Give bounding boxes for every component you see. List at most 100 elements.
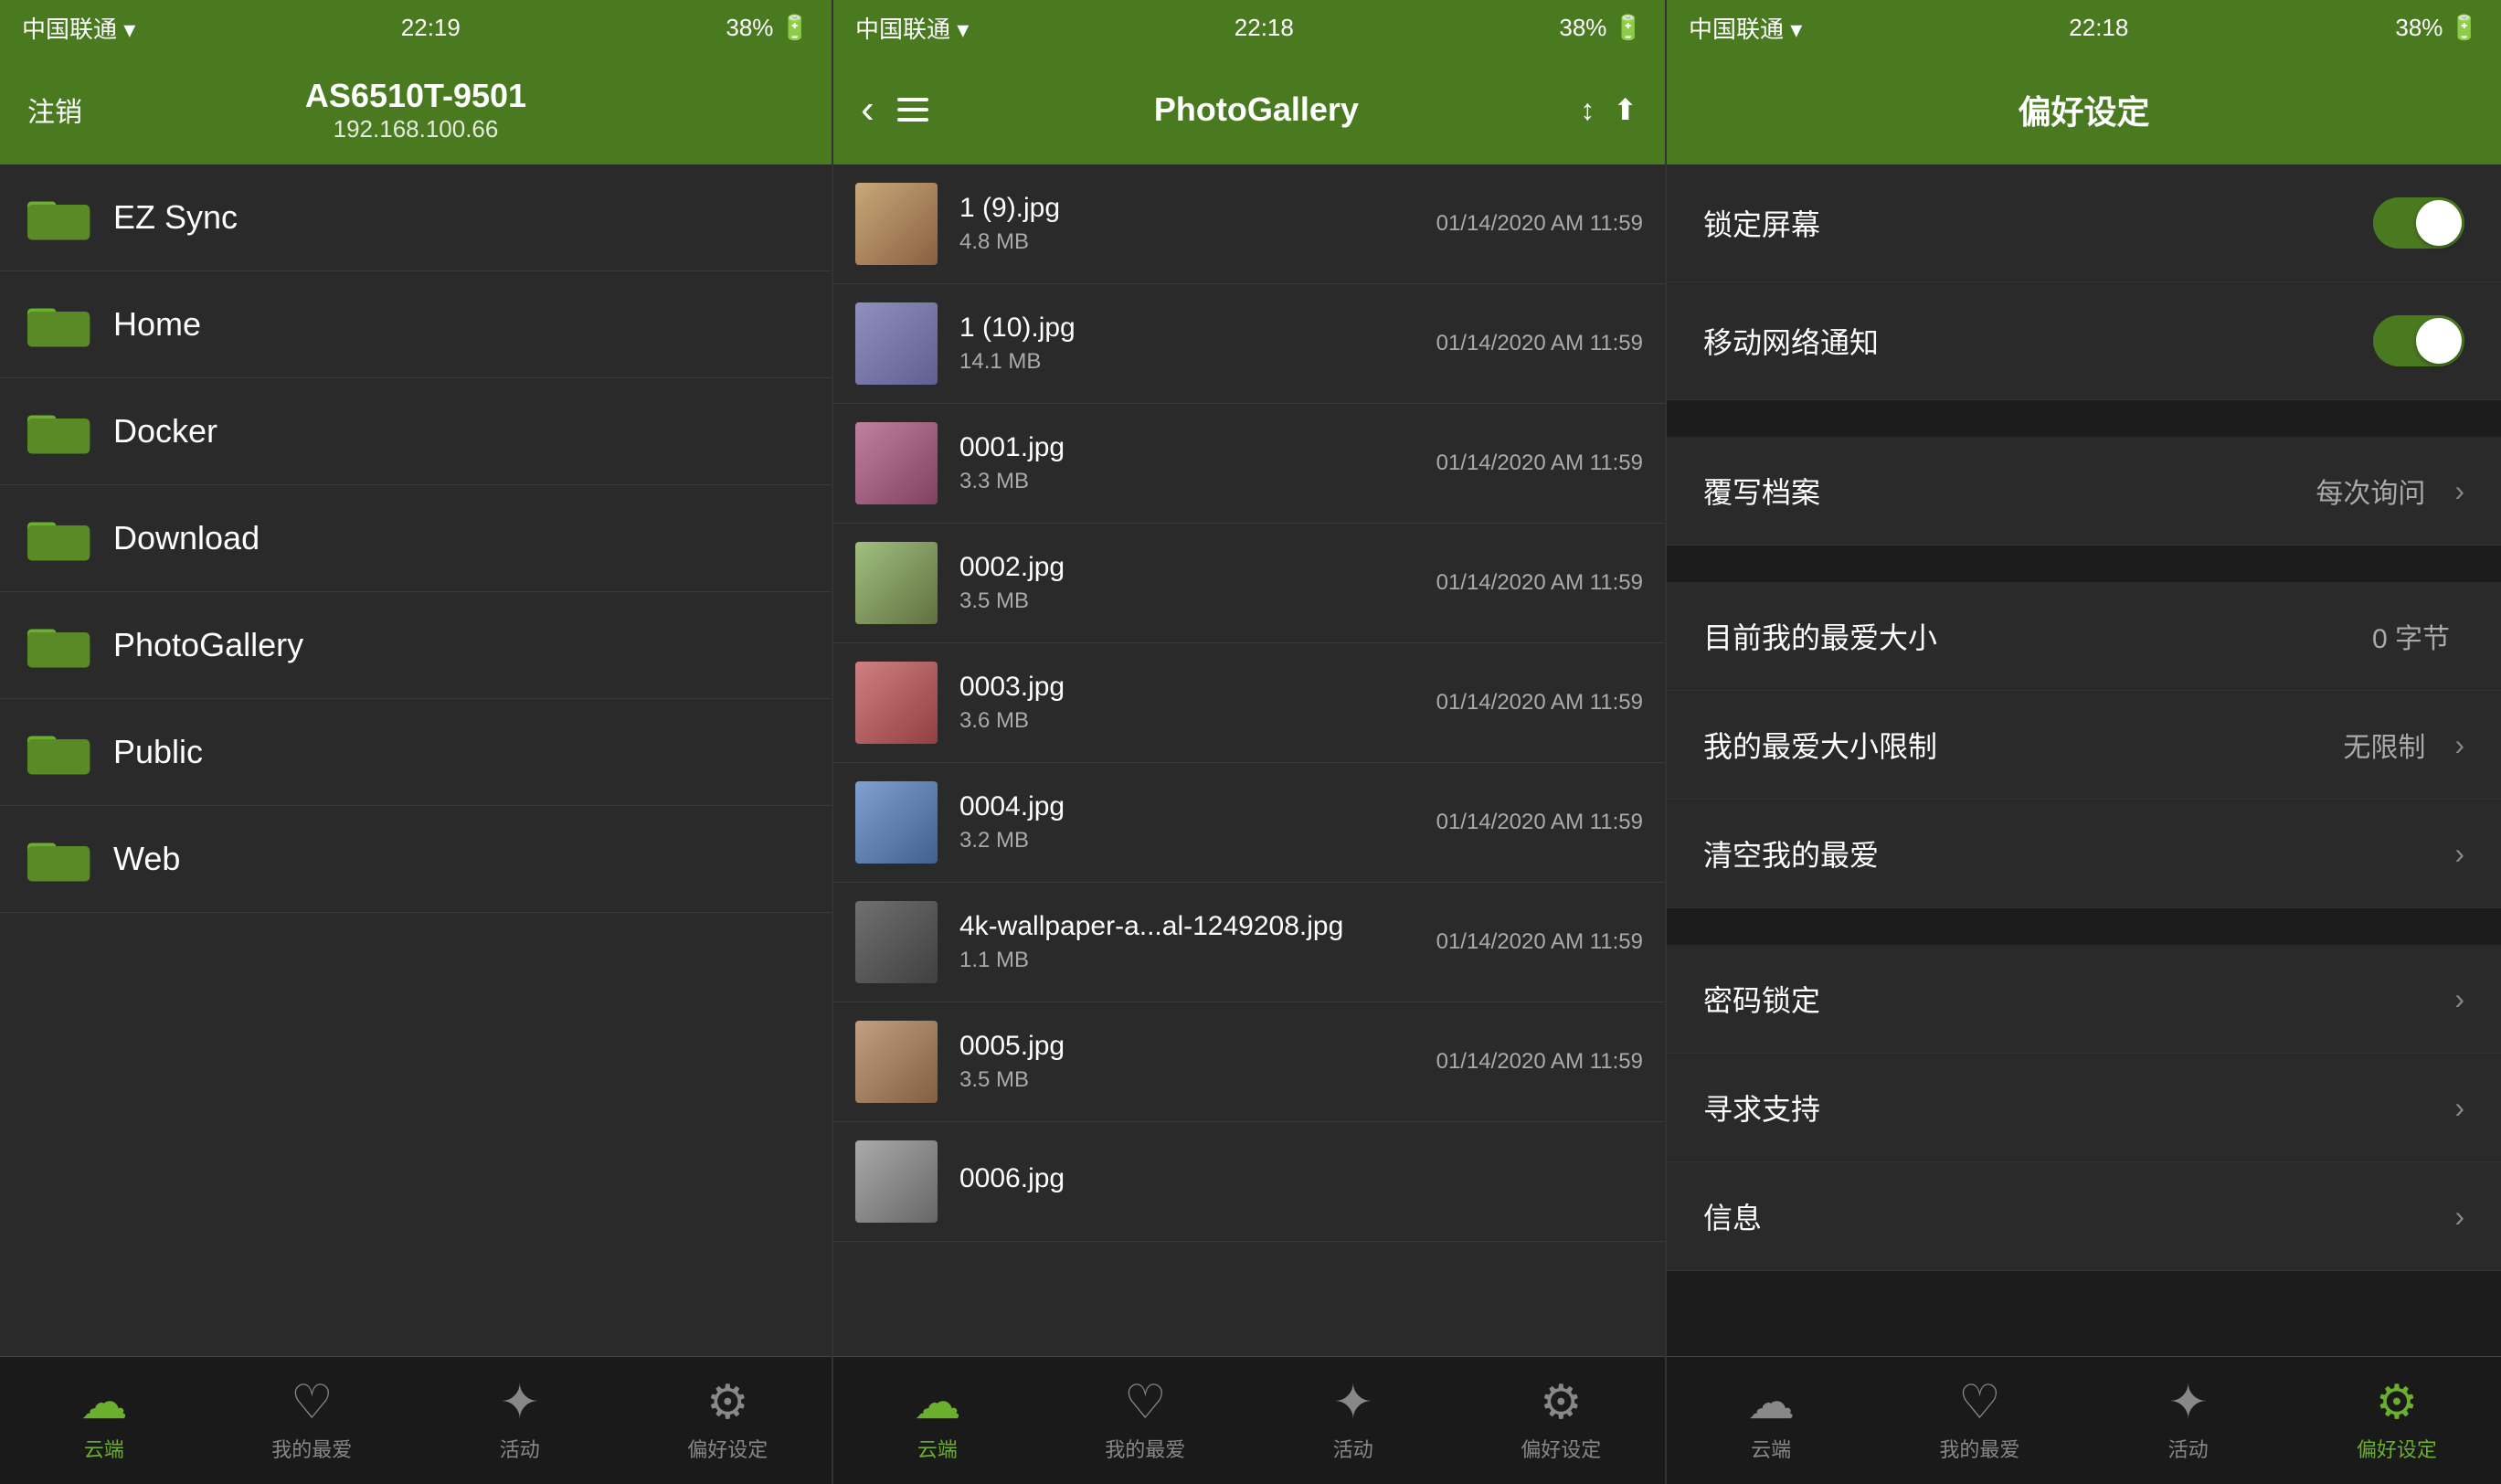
server-title: AS6510T-9501 192.168.100.66 xyxy=(305,77,526,143)
list-item[interactable]: Public xyxy=(0,699,832,806)
activity-icon: ✦ xyxy=(1333,1379,1373,1426)
cancel-button[interactable]: 注销 xyxy=(27,90,82,130)
support-label: 寻求支持 xyxy=(1703,1086,1820,1129)
lock-screen-toggle[interactable] xyxy=(2373,197,2464,249)
list-item[interactable]: PhotoGallery xyxy=(0,592,832,699)
list-item[interactable]: 1 (10).jpg 14.1 MB 01/14/2020 AM 11:59 xyxy=(833,284,1665,404)
battery-right: 38% 🔋 xyxy=(2395,14,2479,42)
settings-icon: ⚙ xyxy=(2376,1379,2419,1426)
tab-settings-label: 偏好设定 xyxy=(1521,1434,1601,1463)
tab-cloud-label: 云端 xyxy=(917,1434,958,1463)
settings-item-fav-limit[interactable]: 我的最爱大小限制 无限制 › xyxy=(1667,691,2501,800)
tab-favorites-label: 我的最爱 xyxy=(1939,1434,2019,1463)
photo-name: 0005.jpg xyxy=(959,1031,1436,1062)
photo-name: 1 (10).jpg xyxy=(959,313,1436,344)
share-button[interactable]: ⬆ xyxy=(1613,92,1637,127)
list-item[interactable]: 0004.jpg 3.2 MB 01/14/2020 AM 11:59 xyxy=(833,763,1665,883)
fav-size-value: 0 字节 xyxy=(2372,616,2450,656)
list-item[interactable]: Web xyxy=(0,806,832,913)
settings-item-right: 0 字节 xyxy=(2372,616,2464,656)
mobile-notify-toggle[interactable] xyxy=(2373,315,2464,366)
settings-item-right: › xyxy=(2454,982,2464,1016)
list-item[interactable]: 0002.jpg 3.5 MB 01/14/2020 AM 11:59 xyxy=(833,524,1665,643)
settings-item-info[interactable]: 信息 › xyxy=(1667,1162,2501,1271)
password-lock-label: 密码锁定 xyxy=(1703,978,1820,1020)
server-ip: 192.168.100.66 xyxy=(305,115,526,143)
folder-name: PhotoGallery xyxy=(113,626,303,664)
chevron-icon: › xyxy=(2454,728,2464,762)
tab-settings[interactable]: ⚙ 偏好设定 xyxy=(2293,1379,2501,1463)
folder-icon xyxy=(27,404,91,459)
sort-button[interactable]: ↕ xyxy=(1580,93,1595,127)
tab-cloud[interactable]: ☁ 云端 xyxy=(833,1379,1042,1463)
list-item[interactable]: Docker xyxy=(0,378,832,485)
tab-cloud-label: 云端 xyxy=(1751,1434,1791,1463)
right-panel: 中国联通 ▾ 22:18 38% 🔋 偏好设定 锁定屏幕 移动网络通知 xyxy=(1667,0,2501,1484)
tab-activity[interactable]: ✦ 活动 xyxy=(1249,1379,1457,1463)
tab-cloud[interactable]: ☁ 云端 xyxy=(0,1379,208,1463)
photo-thumbnail xyxy=(855,1021,938,1103)
photo-info: 1 (10).jpg 14.1 MB xyxy=(959,313,1436,375)
tab-favorites[interactable]: ♡ 我的最爱 xyxy=(1875,1379,2083,1463)
settings-spacer xyxy=(1667,400,2501,437)
photo-thumbnail xyxy=(855,183,938,265)
list-item[interactable]: 1 (9).jpg 4.8 MB 01/14/2020 AM 11:59 xyxy=(833,164,1665,284)
photo-date: 01/14/2020 AM 11:59 xyxy=(1436,929,1643,955)
tab-settings[interactable]: ⚙ 偏好设定 xyxy=(1457,1379,1666,1463)
carrier-left: 中国联通 ▾ xyxy=(22,11,135,45)
photo-size: 3.5 MB xyxy=(959,1067,1436,1093)
list-item[interactable]: 0005.jpg 3.5 MB 01/14/2020 AM 11:59 xyxy=(833,1002,1665,1122)
list-item[interactable]: Download xyxy=(0,485,832,592)
status-bar-mid: 中国联通 ▾ 22:18 38% 🔋 xyxy=(833,0,1665,55)
photo-size: 3.2 MB xyxy=(959,828,1436,853)
list-item[interactable]: 0001.jpg 3.3 MB 01/14/2020 AM 11:59 xyxy=(833,404,1665,524)
photo-info: 4k-wallpaper-a...al-1249208.jpg 1.1 MB xyxy=(959,911,1436,973)
list-item[interactable]: 0003.jpg 3.6 MB 01/14/2020 AM 11:59 xyxy=(833,643,1665,763)
tab-favorites[interactable]: ♡ 我的最爱 xyxy=(208,1379,417,1463)
tab-settings[interactable]: ⚙ 偏好设定 xyxy=(624,1379,832,1463)
photo-name: 0001.jpg xyxy=(959,432,1436,463)
settings-title: 偏好设定 xyxy=(2018,86,2149,133)
chevron-icon: › xyxy=(2454,837,2464,871)
photo-thumbnail xyxy=(855,781,938,864)
settings-item-lock-screen[interactable]: 锁定屏幕 xyxy=(1667,164,2501,282)
hamburger-line xyxy=(897,98,928,101)
back-button[interactable]: ‹ xyxy=(861,90,874,130)
settings-section-toggles: 锁定屏幕 移动网络通知 xyxy=(1667,164,2501,400)
tab-activity[interactable]: ✦ 活动 xyxy=(2084,1379,2293,1463)
tab-favorites[interactable]: ♡ 我的最爱 xyxy=(1042,1379,1250,1463)
photo-date: 01/14/2020 AM 11:59 xyxy=(1436,810,1643,835)
photo-name: 1 (9).jpg xyxy=(959,193,1436,224)
settings-item-support[interactable]: 寻求支持 › xyxy=(1667,1054,2501,1162)
info-label: 信息 xyxy=(1703,1195,1762,1237)
settings-section-overwrite: 覆写档案 每次询问 › xyxy=(1667,437,2501,546)
tab-cloud[interactable]: ☁ 云端 xyxy=(1667,1379,1875,1463)
list-item[interactable]: Home xyxy=(0,271,832,378)
carrier-right: 中国联通 ▾ xyxy=(1689,11,1802,45)
settings-item-clear-fav[interactable]: 清空我的最爱 › xyxy=(1667,800,2501,908)
photo-size: 3.5 MB xyxy=(959,588,1436,614)
settings-item-overwrite[interactable]: 覆写档案 每次询问 › xyxy=(1667,437,2501,546)
lock-screen-label: 锁定屏幕 xyxy=(1703,202,1820,244)
server-name: AS6510T-9501 xyxy=(305,77,526,115)
menu-button[interactable] xyxy=(893,93,933,126)
list-item[interactable]: EZ Sync xyxy=(0,164,832,271)
tab-settings-label: 偏好设定 xyxy=(687,1434,768,1463)
settings-list: 锁定屏幕 移动网络通知 覆写档案 每次询问 › xyxy=(1667,164,2501,1356)
time-left: 22:19 xyxy=(401,14,461,42)
list-item[interactable]: 0006.jpg xyxy=(833,1122,1665,1242)
chevron-icon: › xyxy=(2454,1200,2464,1234)
photo-date: 01/14/2020 AM 11:59 xyxy=(1436,331,1643,356)
photo-size: 1.1 MB xyxy=(959,948,1436,973)
settings-item-password-lock[interactable]: 密码锁定 › xyxy=(1667,945,2501,1054)
settings-item-mobile-notify[interactable]: 移动网络通知 xyxy=(1667,282,2501,400)
tab-activity-label: 活动 xyxy=(500,1434,540,1463)
list-item[interactable]: 4k-wallpaper-a...al-1249208.jpg 1.1 MB 0… xyxy=(833,883,1665,1002)
photo-size: 3.3 MB xyxy=(959,469,1436,494)
photo-info: 0005.jpg 3.5 MB xyxy=(959,1031,1436,1093)
time-right: 22:18 xyxy=(2069,14,2128,42)
photo-info: 0001.jpg 3.3 MB xyxy=(959,432,1436,494)
folder-icon xyxy=(27,618,91,673)
photo-date: 01/14/2020 AM 11:59 xyxy=(1436,211,1643,237)
tab-activity[interactable]: ✦ 活动 xyxy=(416,1379,624,1463)
